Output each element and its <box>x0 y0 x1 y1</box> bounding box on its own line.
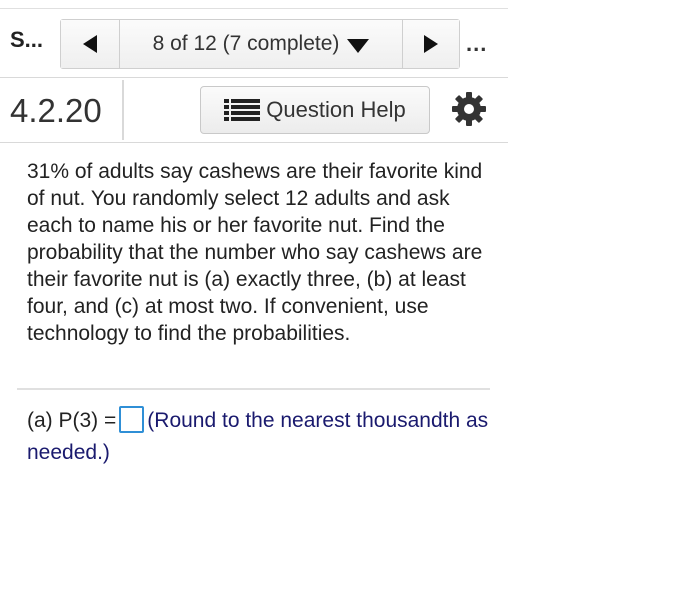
question-navigator: 8 of 12 (7 complete) <box>60 19 460 69</box>
question-select-dropdown[interactable]: 8 of 12 (7 complete) <box>120 20 402 68</box>
next-question-button[interactable] <box>402 20 459 68</box>
divider <box>17 388 490 390</box>
question-help-button[interactable]: Question Help <box>200 86 430 134</box>
more-options-button[interactable]: ... <box>466 31 487 57</box>
divider <box>0 142 508 143</box>
list-icon <box>224 99 261 121</box>
question-number: 4.2.20 <box>10 92 102 129</box>
question-text: 31% of adults say cashews are their favo… <box>27 160 483 345</box>
gear-icon[interactable] <box>450 90 488 128</box>
progress-text: 8 of 12 (7 complete) <box>152 32 340 55</box>
answer-part-a: (a) P(3) = (Round to the nearest thousand… <box>27 405 497 469</box>
divider <box>122 80 124 140</box>
section-label[interactable]: S... <box>10 27 43 53</box>
answer-prefix: (a) P(3) = <box>27 409 117 432</box>
top-navigation-bar: S... 8 of 12 (7 complete) ... <box>0 8 508 78</box>
triangle-left-icon <box>83 35 97 53</box>
answer-input-box[interactable] <box>119 405 145 433</box>
previous-question-button[interactable] <box>61 20 120 68</box>
page: S... 8 of 12 (7 complete) ... 4.2.20 Que… <box>0 0 700 603</box>
question-help-label: Question Help <box>266 97 406 122</box>
triangle-right-icon <box>424 35 438 53</box>
triangle-down-icon <box>347 38 370 53</box>
